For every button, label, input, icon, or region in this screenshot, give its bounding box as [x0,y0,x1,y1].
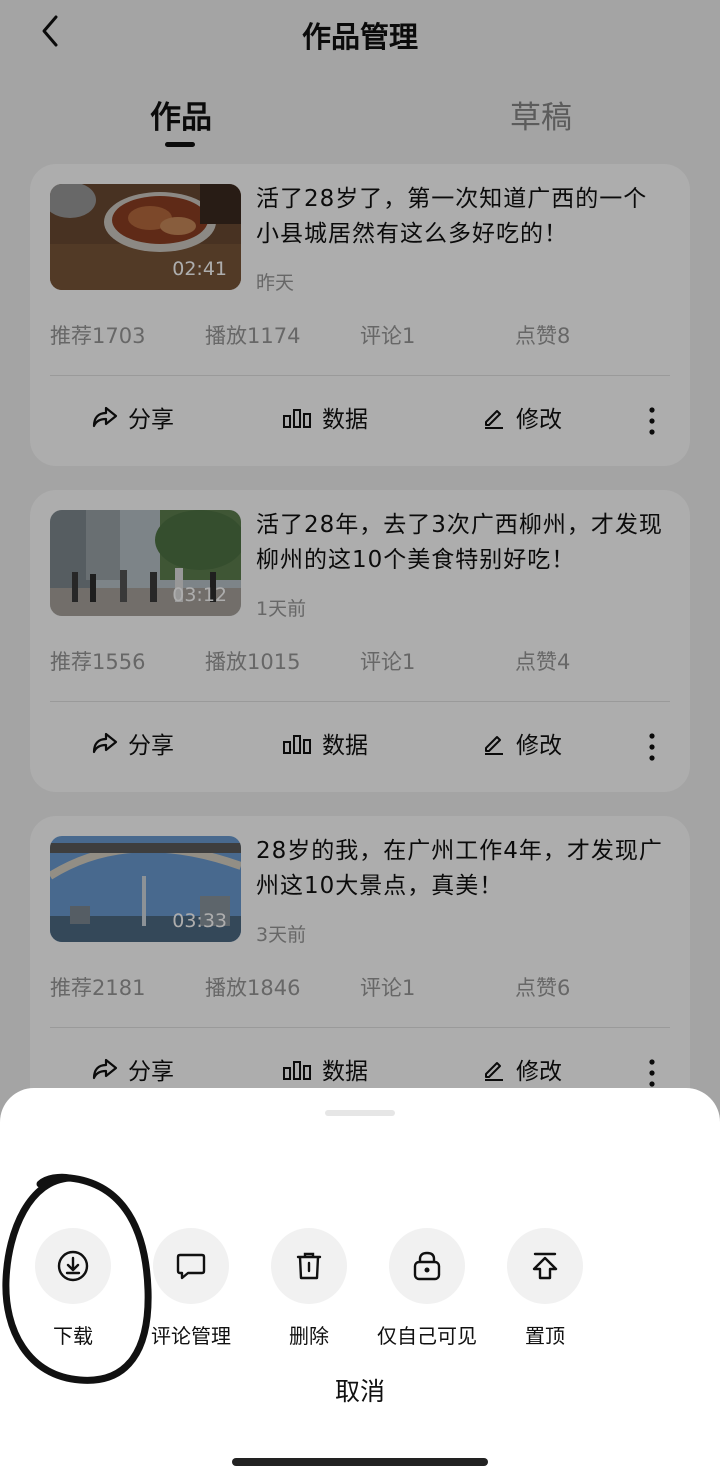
comment-icon-circle [153,1228,229,1304]
hand-drawn-circle-annotation [2,1173,152,1384]
delete-option[interactable]: 删除 [249,1228,369,1348]
pin-top-icon [532,1252,558,1280]
home-indicator [232,1458,488,1466]
pin-top-label: 置顶 [525,1324,565,1348]
delete-label: 删除 [289,1324,329,1348]
pin-top-icon-circle [507,1228,583,1304]
lock-icon [413,1251,441,1281]
trash-icon [296,1252,322,1280]
comment-icon [176,1253,206,1280]
sheet-handle[interactable] [325,1110,395,1116]
lock-icon-circle [389,1228,465,1304]
private-option[interactable]: 仅自己可见 [367,1228,487,1348]
pin-top-option[interactable]: 置顶 [485,1228,605,1348]
private-label: 仅自己可见 [377,1324,477,1348]
trash-icon-circle [271,1228,347,1304]
